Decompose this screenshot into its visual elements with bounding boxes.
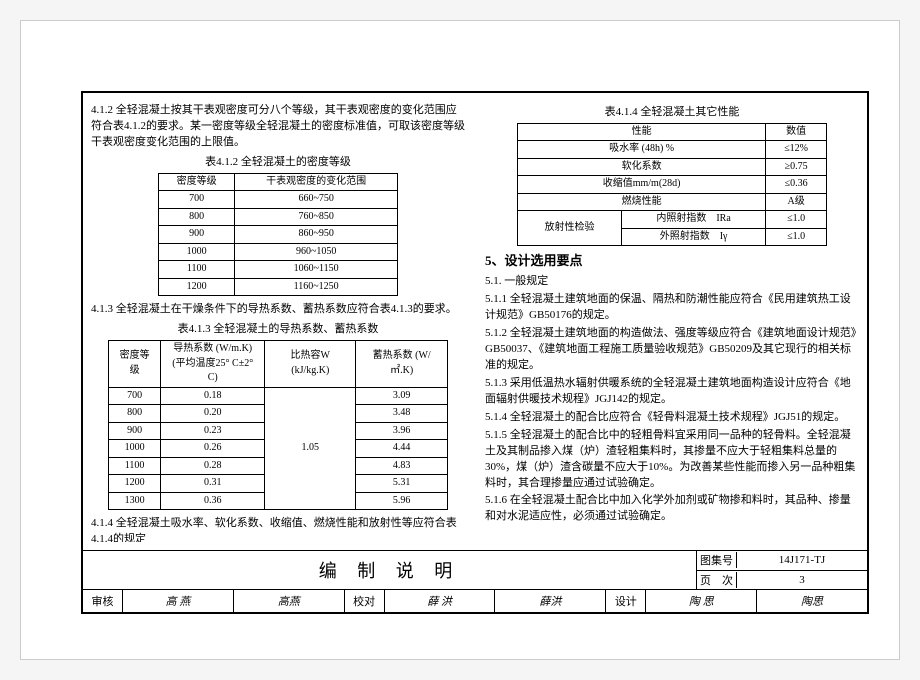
series-label: 图集号 — [697, 552, 737, 568]
table-header: 干表观密度的变化范围 — [235, 173, 398, 191]
para-511: 5.1.1 全轻混凝土建筑地面的保温、隔热和防潮性能应符合《民用建筑热工设计规范… — [485, 292, 859, 324]
section-5-title: 5、设计选用要点 — [485, 252, 859, 271]
drawing-title: 编 制 说 明 — [83, 551, 697, 589]
series-value: 14J171-TJ — [737, 554, 867, 566]
para-515: 5.1.5 全轻混凝土的配合比中的轻粗骨料宜采用同一品种的轻骨料。全轻混凝土及其… — [485, 428, 859, 492]
table-413: 密度等级 导热系数 (W/m.K) (平均温度25° C±2° C) 比热容W … — [108, 340, 448, 510]
校对-sig: 薛 洪 — [385, 590, 496, 612]
table-412-title: 表4.1.2 全轻混凝土的密度等级 — [91, 155, 465, 171]
para-516: 5.1.6 在全轻混凝土配合比中加入化学外加剂或矿物掺和料时，其品种、掺量和对水… — [485, 493, 859, 525]
table-row: 密度等级 干表观密度的变化范围 — [159, 173, 398, 191]
审核-sig2: 高燕 — [234, 590, 345, 612]
title-block-signatures: 审核 高 燕 高燕 校对 薛 洪 薛洪 设计 陶 思 陶思 — [83, 590, 867, 612]
审核-label: 审核 — [83, 590, 123, 612]
设计-label: 设计 — [606, 590, 646, 612]
para-412: 4.1.2 全轻混凝土按其干表观密度可分八个等级，其干表观密度的变化范围应符合表… — [91, 103, 465, 151]
设计-sig: 陶 思 — [646, 590, 757, 612]
page-value: 3 — [737, 574, 867, 586]
校对-sig2: 薛洪 — [495, 590, 606, 612]
title-block-top: 编 制 说 明 图集号 14J171-TJ 页 次 3 — [83, 551, 867, 590]
para-514: 5.1.4 全轻混凝土的配合比应符合《轻骨料混凝土技术规程》JGJ51的规定。 — [485, 410, 859, 426]
para-413: 4.1.3 全轻混凝土在干燥条件下的导热系数、蓄热系数应符合表4.1.3的要求。 — [91, 302, 465, 318]
document-sheet: 4.1.2 全轻混凝土按其干表观密度可分八个等级，其干表观密度的变化范围应符合表… — [20, 20, 900, 660]
设计-sig2: 陶思 — [757, 590, 867, 612]
校对-label: 校对 — [345, 590, 385, 612]
table-414: 性能 数值 吸水率 (48h) %≤12% 软化系数≥0.75 收缩值mm/m(… — [517, 123, 827, 247]
审核-sig: 高 燕 — [123, 590, 234, 612]
para-512: 5.1.2 全轻混凝土建筑地面的构造做法、强度等级应符合《建筑地面设计规范》GB… — [485, 326, 859, 374]
table-413-title: 表4.1.3 全轻混凝土的导热系数、蓄热系数 — [91, 322, 465, 338]
table-412: 密度等级 干表观密度的变化范围 700660~750 800760~850 90… — [158, 173, 398, 297]
para-414: 4.1.4 全轻混凝土吸水率、软化系数、收缩值、燃烧性能和放射性等应符合表4.1… — [91, 516, 465, 542]
para-513: 5.1.3 采用低温热水辐射供暖系统的全轻混凝土建筑地面构造设计应符合《地面辐射… — [485, 376, 859, 408]
left-column: 4.1.2 全轻混凝土按其干表观密度可分八个等级，其干表观密度的变化范围应符合表… — [91, 101, 465, 542]
table-header: 密度等级 — [159, 173, 235, 191]
page-label: 页 次 — [697, 572, 737, 588]
para-51: 5.1. 一般规定 — [485, 274, 859, 290]
title-block-meta: 图集号 14J171-TJ 页 次 3 — [697, 551, 867, 589]
table-414-title: 表4.1.4 全轻混凝土其它性能 — [485, 105, 859, 121]
title-block: 编 制 说 明 图集号 14J171-TJ 页 次 3 审核 高 燕 高燕 校对 — [83, 550, 867, 612]
right-column: 表4.1.4 全轻混凝土其它性能 性能 数值 吸水率 (48h) %≤12% 软… — [485, 101, 859, 542]
page-frame: 4.1.2 全轻混凝土按其干表观密度可分八个等级，其干表观密度的变化范围应符合表… — [81, 91, 869, 614]
content-area: 4.1.2 全轻混凝土按其干表观密度可分八个等级，其干表观密度的变化范围应符合表… — [91, 101, 859, 542]
